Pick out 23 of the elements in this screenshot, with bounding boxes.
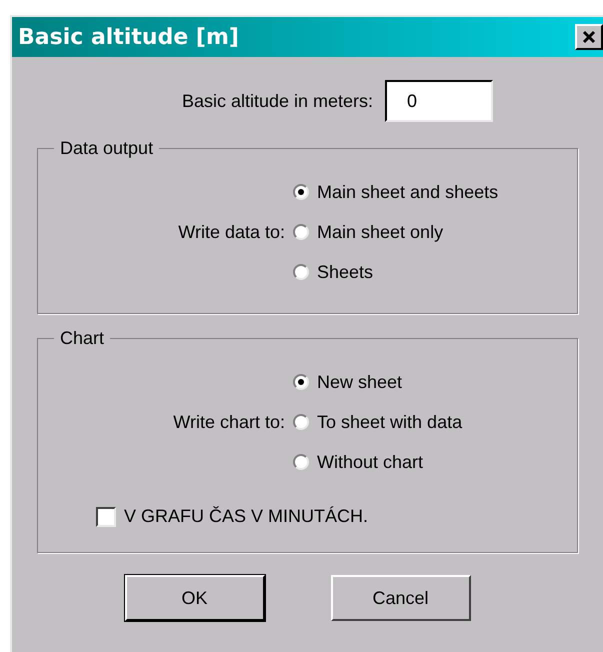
option-label: Main sheet and sheets: [317, 181, 498, 203]
close-icon: [582, 30, 596, 44]
radio-button[interactable]: [293, 414, 309, 430]
altitude-label: Basic altitude in meters:: [182, 90, 374, 112]
checkbox[interactable]: [96, 506, 116, 526]
radio-button[interactable]: [293, 454, 309, 470]
radio-button[interactable]: [293, 374, 309, 390]
option-label: To sheet with data: [317, 411, 462, 433]
option-label: Main sheet only: [317, 221, 444, 243]
radio-button[interactable]: [293, 184, 309, 200]
dialog-button[interactable]: OK: [124, 575, 264, 621]
window-title: Basic altitude [m]: [18, 24, 239, 52]
close-button[interactable]: [575, 24, 603, 50]
radio-button[interactable]: [293, 264, 309, 280]
group-label: Write data to:: [177, 220, 286, 244]
dialog-button[interactable]: Cancel: [330, 575, 470, 621]
checkbox-label: V GRAFU ČAS V MINUTÁCH.: [124, 505, 368, 528]
altitude-field[interactable]: 0: [385, 80, 494, 122]
option-label: Without chart: [317, 451, 424, 473]
group-label: Write chart to:: [172, 410, 286, 434]
radio-button[interactable]: [293, 224, 309, 240]
option-label: Sheets: [317, 261, 374, 283]
option-label: New sheet: [317, 371, 402, 393]
